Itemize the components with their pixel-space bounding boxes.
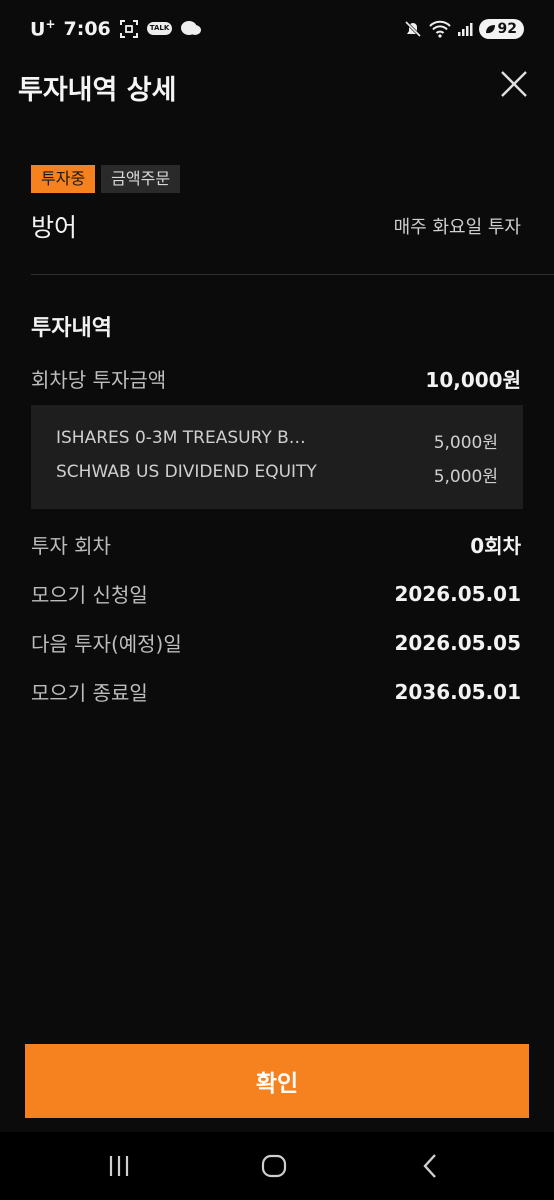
allocation-item-amount: 5,000원 (433, 467, 498, 487)
allocation-item-name: ISHARES 0-3M TREASURY B… (56, 428, 306, 448)
per-round-amount-label: 회차당 투자금액 (31, 368, 167, 392)
plan-badges: 투자중 금액주문 (31, 165, 181, 193)
next-investment-date-label: 다음 투자(예정)일 (31, 632, 182, 656)
signal-icon (457, 21, 473, 37)
wifi-icon (428, 20, 451, 38)
status-left: U+ 7:06 TALK (30, 17, 202, 41)
investment-round-value: 0회차 (470, 534, 521, 558)
battery-level: 92 (497, 21, 517, 37)
end-date-label: 모으기 종료일 (31, 681, 148, 705)
status-bar: U+ 7:06 TALK 92 (0, 0, 554, 58)
status-badge: 투자중 (31, 165, 96, 193)
close-icon (501, 71, 527, 97)
close-button[interactable] (496, 66, 532, 102)
plan-schedule: 매주 화요일 투자 (393, 217, 521, 238)
carrier-text: U (30, 18, 46, 41)
page-title: 투자내역 상세 (18, 75, 177, 106)
application-date-value: 2026.05.01 (394, 581, 521, 606)
history-section-title: 투자내역 (31, 316, 112, 341)
page-header: 투자내역 상세 (0, 58, 554, 110)
next-investment-date-row: 다음 투자(예정)일 2026.05.05 (31, 628, 521, 657)
per-round-amount-value: 10,000원 (425, 368, 521, 392)
back-button[interactable] (410, 1150, 450, 1182)
screenshot-icon (119, 19, 139, 39)
home-icon (261, 1154, 287, 1178)
application-date-label: 모으기 신청일 (31, 583, 148, 607)
battery-leaf-icon (485, 25, 495, 34)
allocation-item-name: SCHWAB US DIVIDEND EQUITY (56, 462, 317, 482)
section-divider (31, 274, 554, 275)
allocation-item: ISHARES 0-3M TREASURY B… 5,000원 (56, 428, 498, 453)
allocation-item: SCHWAB US DIVIDEND EQUITY 5,000원 (56, 462, 498, 487)
investment-round-label: 투자 회차 (31, 534, 111, 558)
status-right: 92 (403, 19, 524, 39)
next-investment-date-value: 2026.05.05 (394, 630, 521, 655)
order-type-badge: 금액주문 (101, 165, 181, 193)
recent-apps-icon (109, 1156, 129, 1176)
plan-name: 방어 (31, 213, 78, 242)
home-button[interactable] (254, 1150, 294, 1182)
investment-round-row: 투자 회차 0회차 (31, 530, 521, 559)
mute-icon (403, 19, 423, 39)
chat-bubble-icon (180, 19, 202, 39)
allocation-item-amount: 5,000원 (433, 433, 498, 453)
application-date-row: 모으기 신청일 2026.05.01 (31, 579, 521, 608)
end-date-row: 모으기 종료일 2036.05.01 (31, 677, 521, 706)
system-nav-bar (0, 1132, 554, 1200)
clock-time: 7:06 (63, 17, 111, 40)
back-icon (423, 1154, 436, 1178)
battery-indicator: 92 (478, 19, 524, 39)
confirm-button[interactable]: 확인 (25, 1044, 529, 1118)
carrier-sup: + (45, 17, 56, 32)
allocation-box: ISHARES 0-3M TREASURY B… 5,000원 SCHWAB U… (31, 405, 523, 509)
talk-notification-icon: TALK (146, 22, 173, 36)
carrier-label: U+ (30, 17, 56, 40)
end-date-value: 2036.05.01 (394, 679, 521, 704)
recent-apps-button[interactable] (99, 1150, 139, 1182)
per-round-amount-row: 회차당 투자금액 10,000원 (31, 364, 521, 393)
